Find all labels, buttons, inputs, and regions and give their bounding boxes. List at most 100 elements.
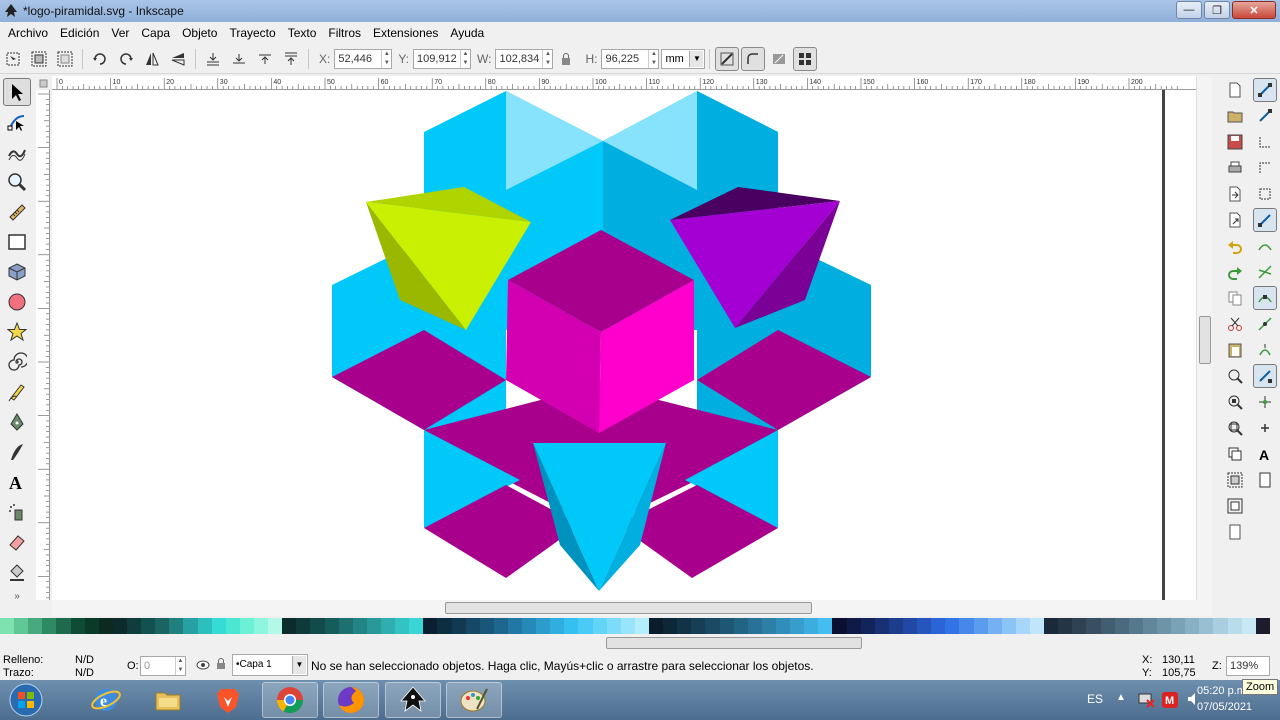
palette-swatch[interactable] bbox=[1029, 618, 1045, 634]
snap-midpoint-icon[interactable] bbox=[1253, 312, 1277, 336]
zoom-field[interactable]: 139% bbox=[1226, 656, 1270, 676]
cut-icon[interactable] bbox=[1223, 312, 1247, 336]
palette-swatch[interactable] bbox=[634, 618, 650, 634]
clock-date[interactable]: 07/05/2021 bbox=[1197, 701, 1252, 713]
snap-intersection-icon[interactable] bbox=[1253, 260, 1277, 284]
snap-text-baseline-icon[interactable]: A bbox=[1253, 442, 1277, 466]
palette-swatch[interactable] bbox=[70, 618, 85, 634]
palette-swatch[interactable] bbox=[451, 618, 466, 634]
menu-trayecto[interactable]: Trayecto bbox=[223, 26, 281, 40]
y-spin-arrows[interactable]: ▲ ▼ bbox=[460, 49, 470, 68]
palette-swatch[interactable] bbox=[42, 618, 57, 634]
palette-swatch[interactable] bbox=[28, 618, 43, 634]
menu-ver[interactable]: Ver bbox=[105, 26, 135, 40]
lower-to-bottom-icon[interactable] bbox=[202, 48, 224, 70]
palette-swatch[interactable] bbox=[479, 618, 494, 634]
palette-swatch[interactable] bbox=[1015, 618, 1030, 634]
palette-swatch[interactable] bbox=[1213, 618, 1228, 634]
palette-swatch[interactable] bbox=[550, 618, 565, 634]
menu-capa[interactable]: Capa bbox=[135, 26, 176, 40]
copy-icon[interactable] bbox=[1223, 286, 1247, 310]
export-icon[interactable] bbox=[1223, 208, 1247, 232]
palette-swatch[interactable] bbox=[1185, 618, 1200, 634]
eraser-tool[interactable] bbox=[3, 528, 31, 556]
palette-swatch[interactable] bbox=[211, 618, 226, 634]
palette-swatch[interactable] bbox=[903, 618, 918, 634]
palette-swatch[interactable] bbox=[747, 618, 762, 634]
palette-swatch[interactable] bbox=[1142, 618, 1157, 634]
palette-swatch[interactable] bbox=[917, 618, 932, 634]
palette-swatch[interactable] bbox=[1072, 618, 1087, 634]
minimize-button[interactable]: — bbox=[1176, 1, 1202, 19]
palette-swatch[interactable] bbox=[578, 618, 593, 634]
palette-swatch[interactable] bbox=[395, 618, 410, 634]
palette-swatch[interactable] bbox=[649, 618, 664, 634]
palette-swatch[interactable] bbox=[338, 618, 353, 634]
zoom-drawing-icon[interactable] bbox=[1223, 390, 1247, 414]
color-palette[interactable] bbox=[0, 618, 1270, 634]
save-icon[interactable] bbox=[1223, 130, 1247, 154]
snap-path-icon[interactable] bbox=[1253, 234, 1277, 258]
select-all-layers-icon[interactable] bbox=[28, 48, 50, 70]
palette-swatch[interactable] bbox=[493, 618, 508, 634]
palette-swatch[interactable] bbox=[310, 618, 325, 634]
menu-ayuda[interactable]: Ayuda bbox=[444, 26, 490, 40]
palette-swatch[interactable] bbox=[973, 618, 988, 634]
palette-swatch[interactable] bbox=[1227, 618, 1242, 634]
redo-icon[interactable] bbox=[1223, 260, 1247, 284]
snap-others-icon[interactable] bbox=[1253, 364, 1277, 388]
palette-swatch[interactable] bbox=[874, 618, 889, 634]
palette-swatch[interactable] bbox=[409, 618, 424, 634]
palette-swatch[interactable] bbox=[56, 618, 71, 634]
palette-swatch[interactable] bbox=[818, 618, 833, 634]
start-button[interactable] bbox=[0, 682, 52, 718]
flip-vertical-icon[interactable] bbox=[167, 48, 189, 70]
h-field[interactable]: 96,225 ▲ ▼ bbox=[601, 48, 660, 69]
menu-objeto[interactable]: Objeto bbox=[176, 26, 223, 40]
palette-swatch[interactable] bbox=[776, 618, 791, 634]
ellipse-tool[interactable] bbox=[3, 288, 31, 316]
w-field[interactable]: 102,834 ▲ ▼ bbox=[495, 48, 554, 69]
file-explorer-icon[interactable] bbox=[140, 682, 196, 718]
undo-icon[interactable] bbox=[1223, 234, 1247, 258]
spiral-tool[interactable] bbox=[3, 348, 31, 376]
menu-edicion[interactable]: Edición bbox=[54, 26, 105, 40]
drawing-canvas[interactable] bbox=[52, 90, 1196, 600]
palette-swatch[interactable] bbox=[804, 618, 819, 634]
vertical-scroll-thumb[interactable] bbox=[1199, 316, 1211, 364]
palette-swatch[interactable] bbox=[1086, 618, 1101, 634]
snap-rotation-center-icon[interactable] bbox=[1253, 416, 1277, 440]
network-status-icon[interactable] bbox=[1137, 690, 1155, 711]
palette-swatch[interactable] bbox=[296, 618, 311, 634]
palette-swatch[interactable] bbox=[239, 618, 254, 634]
snap-center-icon[interactable] bbox=[1253, 390, 1277, 414]
palette-swatch[interactable] bbox=[352, 618, 367, 634]
chrome-browser-icon[interactable] bbox=[262, 682, 318, 718]
open-document-icon[interactable] bbox=[1223, 104, 1247, 128]
import-icon[interactable] bbox=[1223, 182, 1247, 206]
menu-texto[interactable]: Texto bbox=[282, 26, 323, 40]
menu-archivo[interactable]: Archivo bbox=[2, 26, 54, 40]
maximize-button[interactable]: ❐ bbox=[1204, 1, 1230, 19]
stroke-value[interactable]: N/D bbox=[75, 667, 94, 679]
palette-swatch[interactable] bbox=[98, 618, 113, 634]
palette-swatch[interactable] bbox=[790, 618, 805, 634]
3d-box-tool[interactable] bbox=[3, 258, 31, 286]
palette-swatch[interactable] bbox=[536, 618, 551, 634]
palette-swatch[interactable] bbox=[268, 618, 283, 634]
palette-swatch[interactable] bbox=[437, 618, 452, 634]
paste-icon[interactable] bbox=[1223, 338, 1247, 362]
palette-swatch[interactable] bbox=[1255, 618, 1270, 634]
palette-swatch[interactable] bbox=[719, 618, 734, 634]
lower-icon[interactable] bbox=[228, 48, 250, 70]
rectangle-tool[interactable] bbox=[3, 228, 31, 256]
palette-swatch[interactable] bbox=[959, 618, 974, 634]
text-tool[interactable]: A bbox=[3, 468, 31, 496]
palette-swatch[interactable] bbox=[931, 618, 946, 634]
palette-swatch[interactable] bbox=[197, 618, 212, 634]
opacity-spin-arrows[interactable]: ▲ ▼ bbox=[175, 657, 185, 675]
selector-tool[interactable] bbox=[3, 78, 31, 106]
palette-swatch[interactable] bbox=[888, 618, 903, 634]
palette-swatch[interactable] bbox=[1114, 618, 1129, 634]
new-document-icon[interactable] bbox=[1223, 78, 1247, 102]
